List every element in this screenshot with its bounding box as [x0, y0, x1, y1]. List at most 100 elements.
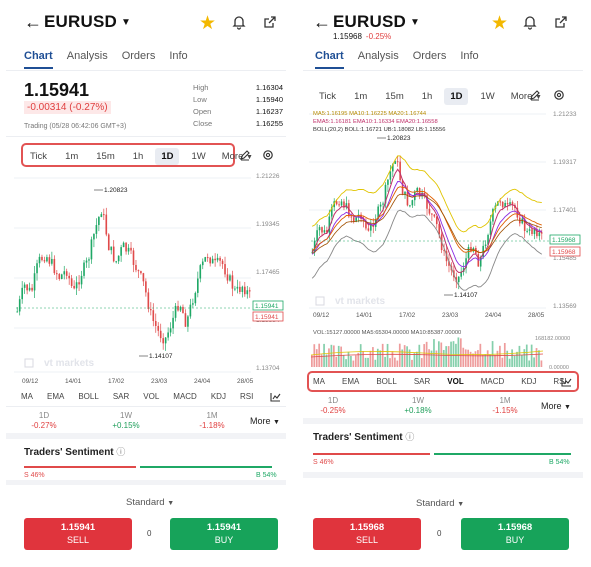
- candle-body: [248, 290, 251, 292]
- order-type-selector[interactable]: Standard ▼: [126, 497, 174, 508]
- indicator-vol[interactable]: VOL: [143, 392, 159, 401]
- candle-body: [41, 256, 43, 261]
- order-type-selector[interactable]: Standard ▼: [416, 498, 464, 509]
- indicator-kdj[interactable]: KDJ: [521, 377, 536, 386]
- candle-body: [370, 224, 372, 231]
- indicator-macd[interactable]: MACD: [173, 392, 197, 401]
- tab-analysis[interactable]: Analysis: [358, 50, 399, 69]
- candle-body: [21, 287, 24, 300]
- candle-body: [216, 257, 219, 261]
- tab-orders[interactable]: Orders: [122, 50, 156, 69]
- candle-body: [60, 274, 63, 279]
- indicator-vol[interactable]: VOL: [447, 377, 463, 386]
- volume-bar: [506, 350, 509, 367]
- tab-info[interactable]: Info: [460, 50, 478, 69]
- indicator-kdj[interactable]: KDJ: [211, 392, 226, 401]
- buy-button[interactable]: 1.15941 BUY: [170, 518, 278, 550]
- y-tick-label: 1.17465: [256, 269, 280, 276]
- spread-value: 0: [437, 529, 442, 538]
- candle-body: [352, 217, 355, 222]
- x-tick-label: 24/04: [194, 378, 211, 385]
- candle-body: [316, 230, 318, 241]
- candle-body: [120, 247, 122, 256]
- timeframe-more[interactable]: More ▼: [216, 148, 259, 165]
- settings-icon[interactable]: [553, 89, 565, 101]
- candle-body: [75, 282, 78, 289]
- indicator-rsi[interactable]: RSI: [240, 392, 253, 401]
- candle-body: [506, 202, 509, 205]
- info-icon[interactable]: ⓘ: [116, 447, 125, 457]
- info-icon[interactable]: ⓘ: [405, 432, 414, 442]
- back-arrow-icon[interactable]: ←: [313, 12, 331, 33]
- stat-value: 1.16237: [255, 107, 283, 116]
- draw-pencil-icon[interactable]: [239, 149, 251, 161]
- sentiment-sell-percent: S 46%: [24, 472, 45, 479]
- tab-orders[interactable]: Orders: [413, 50, 447, 69]
- share-icon[interactable]: [262, 14, 278, 30]
- tab-chart[interactable]: Chart: [315, 50, 344, 69]
- timeframe-1d[interactable]: 1D: [155, 148, 180, 165]
- indicator-ma[interactable]: MA: [313, 377, 325, 386]
- chevron-down-icon: ▼: [564, 404, 571, 411]
- volume-bar: [474, 351, 477, 367]
- indicator-sar[interactable]: SAR: [113, 392, 129, 401]
- volume-bar: [394, 357, 396, 367]
- indicator-sar[interactable]: SAR: [414, 377, 430, 386]
- volume-bar: [528, 360, 531, 367]
- indicator-ema[interactable]: EMA: [47, 392, 64, 401]
- volume-bar: [420, 358, 423, 367]
- timeframe-tick[interactable]: Tick: [313, 88, 342, 105]
- y-tick-label: 1.17401: [553, 207, 577, 214]
- back-arrow-icon[interactable]: ←: [24, 12, 42, 33]
- timeframe-1m[interactable]: 1m: [59, 148, 84, 165]
- sell-button[interactable]: 1.15941 SELL: [24, 518, 132, 550]
- price-change: -0.00314 (-0.27%): [24, 101, 111, 114]
- candle-body: [167, 332, 169, 338]
- indicator-chart-icon[interactable]: [561, 377, 572, 387]
- timeframe-1w[interactable]: 1W: [474, 88, 500, 105]
- volume-bar: [340, 346, 343, 367]
- indicator-ema[interactable]: EMA: [342, 377, 359, 386]
- volume-chart[interactable]: 168182.000000.00000: [303, 335, 583, 371]
- star-icon[interactable]: ★: [199, 12, 216, 35]
- settings-icon[interactable]: [262, 149, 274, 161]
- volume-bar: [369, 350, 372, 367]
- timeframe-1h[interactable]: 1h: [127, 148, 150, 165]
- tab-info[interactable]: Info: [169, 50, 187, 69]
- tab-chart[interactable]: Chart: [24, 50, 53, 69]
- timeframe-1h[interactable]: 1h: [416, 88, 439, 105]
- timeframe-15m[interactable]: 15m: [90, 148, 120, 165]
- sell-button[interactable]: 1.15968 SELL: [313, 518, 421, 550]
- sentiment-sell-bar: [24, 466, 136, 468]
- candlestick-chart[interactable]: 1.212261.193451.174651.155841.137041.208…: [6, 170, 286, 388]
- timeframe-more[interactable]: More ▼: [505, 88, 548, 105]
- candle-body: [204, 257, 207, 262]
- timeframe-1m[interactable]: 1m: [348, 88, 373, 105]
- volume-bar: [523, 349, 526, 367]
- draw-pencil-icon[interactable]: [529, 89, 541, 101]
- symbol-selector[interactable]: EURUSD ▼: [44, 12, 131, 32]
- candlestick-chart[interactable]: 1.212331.193171.174011.154851.135691.208…: [303, 108, 583, 320]
- star-icon[interactable]: ★: [491, 12, 508, 35]
- indicator-boll[interactable]: BOLL: [376, 377, 396, 386]
- tab-analysis[interactable]: Analysis: [67, 50, 108, 69]
- indicator-ma[interactable]: MA: [21, 392, 33, 401]
- timeframe-1w[interactable]: 1W: [185, 148, 211, 165]
- bell-icon[interactable]: [231, 14, 247, 30]
- symbol-selector[interactable]: EURUSD ▼: [333, 12, 420, 32]
- more-button[interactable]: More ▼: [250, 416, 280, 426]
- buy-button[interactable]: 1.15968 BUY: [461, 518, 569, 550]
- share-icon[interactable]: [553, 14, 569, 30]
- indicator-chart-icon[interactable]: [270, 392, 281, 402]
- indicator-macd[interactable]: MACD: [481, 377, 505, 386]
- timeframe-15m[interactable]: 15m: [379, 88, 409, 105]
- timeframe-tick[interactable]: Tick: [24, 148, 53, 165]
- more-button[interactable]: More ▼: [541, 401, 571, 411]
- indicator-boll[interactable]: BOLL: [78, 392, 98, 401]
- chevron-down-icon: ▼: [457, 501, 465, 508]
- bell-icon[interactable]: [522, 14, 538, 30]
- timeframe-bar: Tick 1m 15m 1h 1D 1W More ▼: [313, 88, 548, 105]
- candle-body: [241, 286, 244, 292]
- sentiment-buy-bar: [434, 453, 571, 455]
- timeframe-1d[interactable]: 1D: [444, 88, 469, 105]
